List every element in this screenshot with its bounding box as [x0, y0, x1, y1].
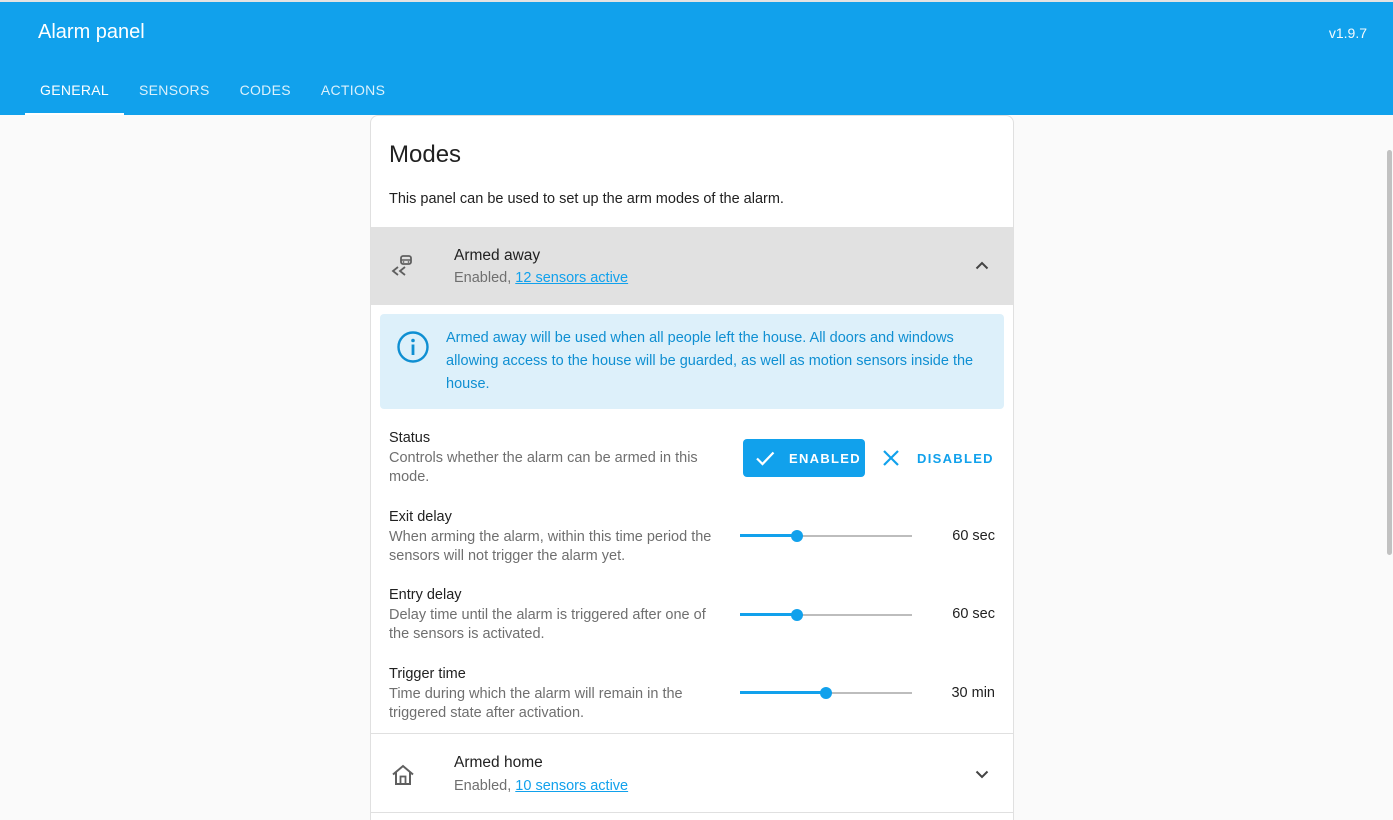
mode-armed-away-header[interactable]: Armed away Enabled, 12 sensors active: [371, 227, 1013, 305]
mode-status-line: Enabled, 12 sensors active: [454, 270, 628, 286]
version-label: v1.9.7: [1328, 25, 1367, 41]
trigger-time-slider[interactable]: [740, 686, 912, 700]
trigger-time-label: Trigger time: [389, 666, 466, 682]
entry-delay-value: 60 sec: [952, 606, 995, 622]
enabled-button[interactable]: ENABLED: [743, 439, 865, 477]
sensors-active-link[interactable]: 12 sensors active: [515, 270, 628, 286]
tab-bar: GENERAL SENSORS CODES ACTIONS: [25, 65, 400, 115]
mode-status-text: Enabled,: [454, 270, 516, 286]
info-icon: [397, 331, 429, 363]
status-description: Controls whether the alarm can be armed …: [389, 450, 698, 485]
mode-name: Armed away: [454, 247, 541, 264]
tab-sensors[interactable]: SENSORS: [124, 65, 225, 115]
mode-status-text: Enabled,: [454, 778, 516, 794]
disabled-button-label: DISABLED: [917, 450, 994, 466]
exit-delay-slider[interactable]: [740, 529, 912, 543]
card-title: Modes: [389, 141, 462, 168]
chevron-up-icon[interactable]: [973, 257, 991, 275]
trigger-time-value: 30 min: [951, 685, 995, 701]
slider-fill: [740, 691, 826, 694]
modes-card: Modes This panel can be used to set up t…: [370, 115, 1014, 820]
enabled-button-label: ENABLED: [789, 450, 861, 466]
entry-delay-slider[interactable]: [740, 608, 912, 622]
scrollbar-thumb[interactable]: [1387, 150, 1392, 555]
chevron-down-icon[interactable]: [973, 765, 991, 783]
slider-thumb[interactable]: [791, 530, 803, 542]
slider-fill: [740, 613, 797, 616]
app-title: Alarm panel: [38, 21, 145, 43]
sensors-active-link[interactable]: 10 sensors active: [515, 778, 628, 794]
check-icon: [756, 451, 775, 466]
entry-delay-label: Entry delay: [389, 587, 462, 603]
exit-delay-label: Exit delay: [389, 509, 452, 525]
card-description: This panel can be used to set up the arm…: [389, 191, 784, 207]
slider-thumb[interactable]: [820, 687, 832, 699]
app-header: Alarm panel v1.9.7 GENERAL SENSORS CODES…: [0, 2, 1393, 115]
info-alert: Armed away will be used when all people …: [380, 314, 1004, 409]
exit-delay-description: When arming the alarm, within this time …: [389, 529, 712, 564]
tab-codes[interactable]: CODES: [225, 65, 306, 115]
trigger-time-description: Time during which the alarm will remain …: [389, 686, 683, 721]
info-text: Armed away will be used when all people …: [446, 330, 974, 392]
slider-fill: [740, 534, 797, 537]
exit-delay-value: 60 sec: [952, 528, 995, 544]
entry-delay-description: Delay time until the alarm is triggered …: [389, 607, 706, 642]
mode-armed-home-header[interactable]: Armed home Enabled, 10 sensors active: [371, 733, 1013, 813]
tab-general[interactable]: GENERAL: [25, 65, 125, 115]
car-escape-icon: [391, 255, 412, 276]
close-icon: [883, 450, 899, 466]
disabled-button[interactable]: DISABLED: [877, 439, 999, 477]
mode-status-line: Enabled, 10 sensors active: [454, 778, 628, 794]
mode-name: Armed home: [454, 754, 543, 771]
home-outline-icon: [392, 764, 414, 785]
tab-actions[interactable]: ACTIONS: [306, 65, 400, 115]
slider-thumb[interactable]: [791, 609, 803, 621]
status-label: Status: [389, 430, 431, 446]
